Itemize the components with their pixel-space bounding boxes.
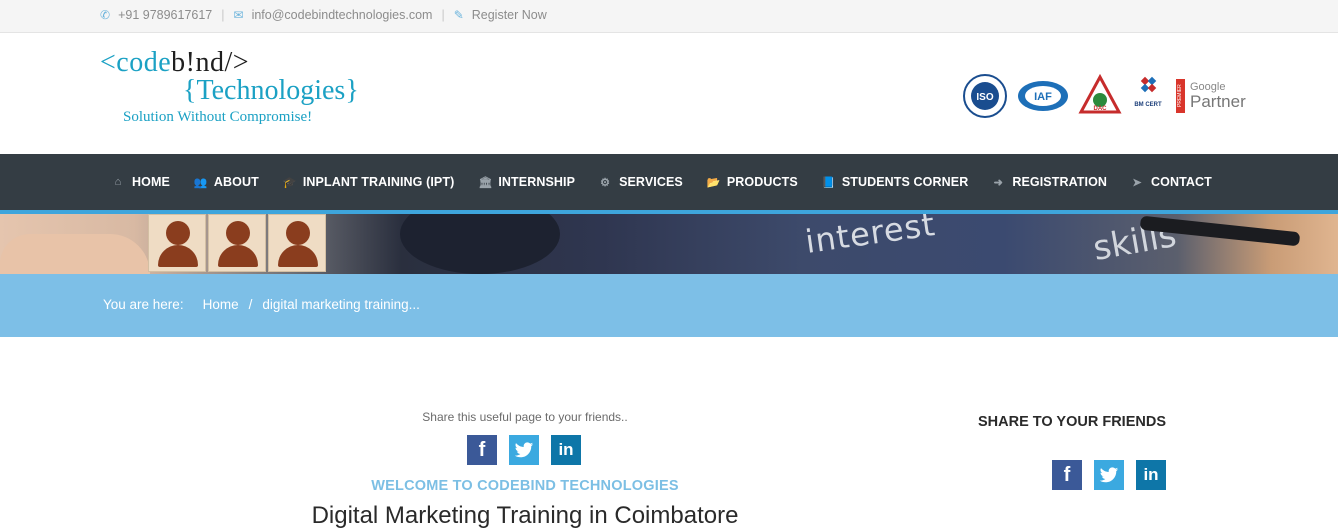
banner-word-interest: interest [802,214,938,261]
breadcrumb: You are here: Home / digital marketing t… [103,297,420,312]
nav-item-about[interactable]: 👥 ABOUT [194,175,259,189]
site-logo[interactable]: <codeb!nd/> {Technologies} Solution With… [100,47,360,133]
nav-item-internship[interactable]: 🏛 INTERNSHIP [478,175,575,189]
sidebar-facebook-button[interactable]: f [1052,460,1082,490]
nav-item-label: HOME [132,175,170,189]
twitter-share-button[interactable] [509,435,539,465]
nav-item-registration[interactable]: ➜ REGISTRATION [992,175,1107,189]
google-partner-badge: PREMIER Google Partner [1176,79,1246,113]
facebook-icon: f [478,438,486,461]
twitter-icon [1099,466,1119,482]
edit-icon: ✎ [453,8,464,22]
nav-item-label: INTERNSHIP [498,175,576,189]
top-bar: ✆ +91 9789617617 | ✉ info@codebindtechno… [0,0,1338,33]
bm-cert-badge: BM CERT [1134,76,1162,108]
svg-text:IAF: IAF [1034,91,1052,103]
svg-text:DAC: DAC [1094,106,1108,112]
logo-text-suffix: b!nd/> [171,47,250,78]
nav-item-inplant-training-ipt[interactable]: 🎓 INPLANT TRAINING (IPT) [283,175,455,189]
certification-badges: ISO IAF DAC BM CERT PREMIER Google Partn… [962,71,1246,121]
linkedin-share-button[interactable]: in [551,435,581,465]
share-note: Share this useful page to your friends.. [422,410,628,424]
sign-in-icon: ➜ [993,176,1003,189]
cogs-icon: ⚙ [600,176,611,189]
folder-open-icon: 📂 [706,176,721,189]
linkedin-icon: in [558,440,574,459]
nav-item-label: INPLANT TRAINING (IPT) [302,175,455,189]
breadcrumb-bar: You are here: Home / digital marketing t… [0,274,1338,337]
nav-item-contact[interactable]: ➤ CONTACT [1131,175,1212,189]
nav-item-products[interactable]: 📂 PRODUCTS [707,175,798,189]
svg-text:ISO: ISO [976,92,993,103]
nav-item-label: SERVICES [619,175,683,189]
location-arrow-icon: ➤ [1132,176,1142,189]
logo-text-prefix: <code [100,47,172,78]
facebook-icon: f [1063,463,1071,486]
email-link[interactable]: info@codebindtechnologies.com [252,8,433,22]
logo-text-technologies: {Technologies} [183,75,359,106]
iso-certified-badge: ISO [963,74,1007,118]
sidebar-share-title: SHARE TO YOUR FRIENDS [978,414,1166,430]
breadcrumb-label: You are here: [103,297,184,312]
nav-item-label: REGISTRATION [1012,175,1108,189]
twitter-icon [514,441,534,457]
graduation-cap-icon: 🎓 [282,176,297,189]
dac-badge: DAC [1078,74,1122,114]
users-icon: 👥 [193,176,208,189]
nav-item-label: STUDENTS CORNER [841,175,969,189]
sidebar-linkedin-button[interactable]: in [1136,460,1166,490]
welcome-heading: WELCOME TO CODEBIND TECHNOLOGIES [371,478,679,494]
home-icon: ⌂ [114,176,122,188]
nav-item-label: PRODUCTS [726,175,798,189]
linkedin-icon: in [1143,465,1159,484]
institution-icon: 🏛 [478,176,493,189]
envelope-icon: ✉ [233,8,244,22]
nav-item-students-corner[interactable]: 📘 STUDENTS CORNER [822,175,969,189]
nav-item-home[interactable]: ⌂ HOME [112,175,170,189]
facebook-share-button[interactable]: f [467,435,497,465]
breadcrumb-home-link[interactable]: Home [203,297,239,312]
share-buttons-main: f in [467,435,593,465]
site-header: <codeb!nd/> {Technologies} Solution With… [0,33,1338,154]
nav-item-label: CONTACT [1151,175,1212,189]
main-navigation: ⌂ HOME 👥 ABOUT 🎓 INPLANT TRAINING (IPT) 🏛 INTER… [0,154,1338,210]
hero-banner-image: interest skills [0,214,1338,274]
nav-item-label: ABOUT [213,175,259,189]
share-buttons-sidebar: f in [1052,460,1178,490]
logo-tagline: Solution Without Compromise! [123,109,313,125]
breadcrumb-separator: / [248,297,253,312]
iaf-badge: IAF [1018,81,1068,111]
nav-item-services[interactable]: ⚙ SERVICES [599,175,683,189]
sidebar-twitter-button[interactable] [1094,460,1124,490]
breadcrumb-current: digital marketing training... [262,297,420,312]
page-title: Digital Marketing Training in Coimbatore [311,502,739,529]
phone-number[interactable]: +91 9789617617 [118,8,212,22]
book-icon: 📘 [821,176,836,189]
phone-icon: ✆ [100,8,111,22]
register-now-link[interactable]: Register Now [472,8,547,22]
svg-text:BM CERT: BM CERT [1134,102,1162,108]
